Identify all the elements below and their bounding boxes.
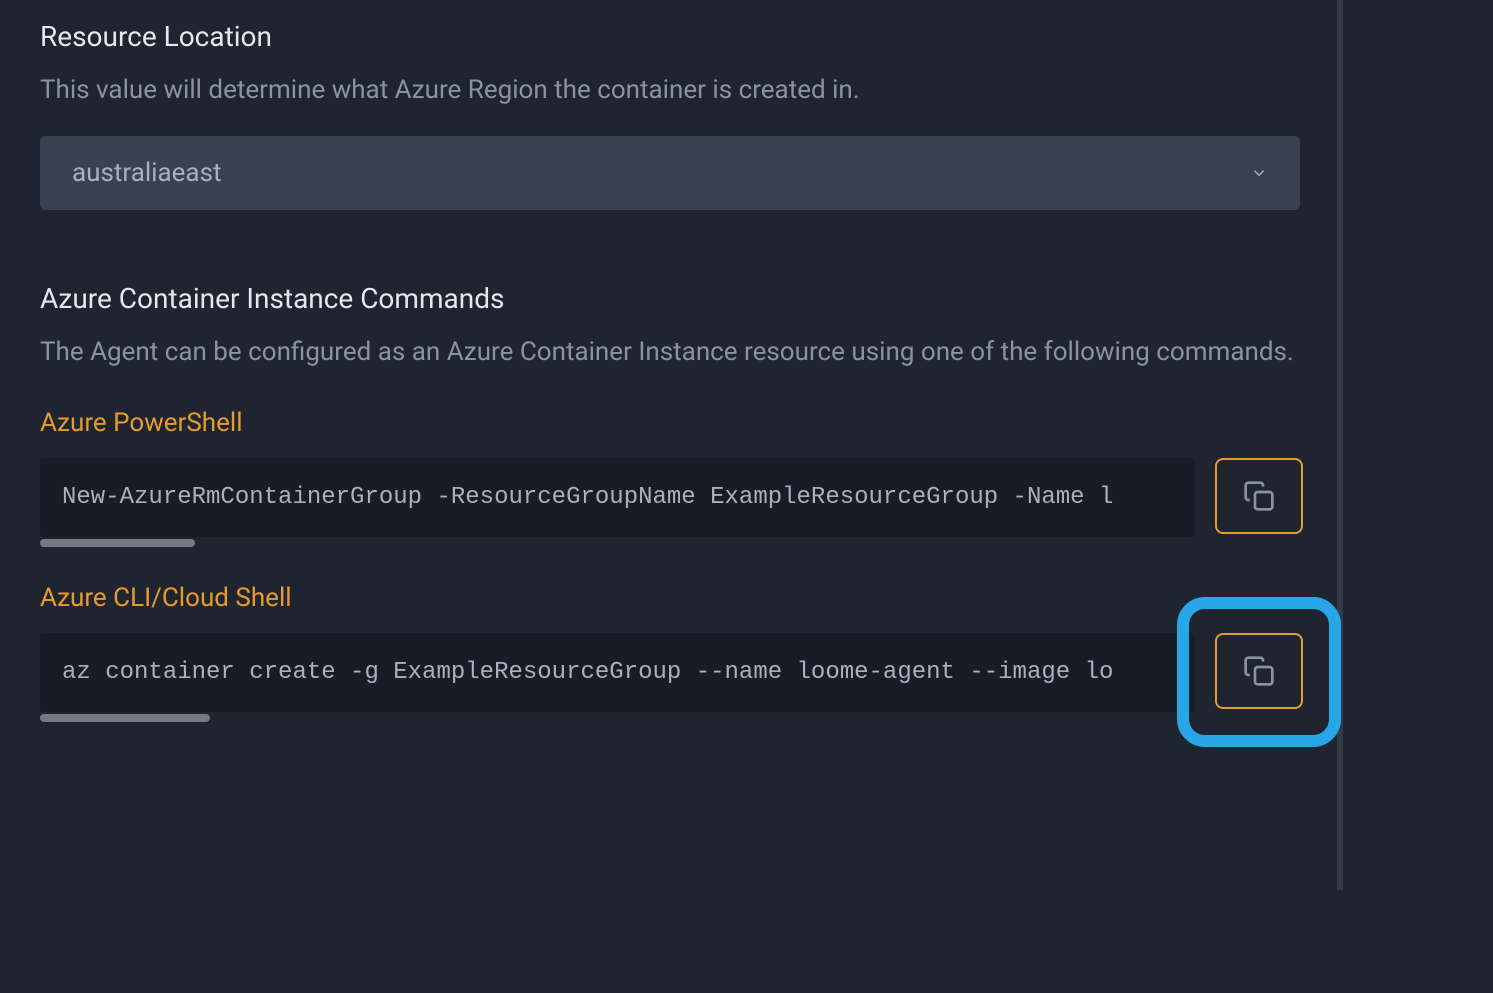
cli-heading: Azure CLI/Cloud Shell	[40, 583, 1453, 613]
powershell-scrollbar[interactable]	[40, 539, 195, 547]
cli-scrollbar[interactable]	[40, 714, 210, 722]
resource-location-dropdown[interactable]: australiaeast	[40, 136, 1300, 210]
copy-cli-button[interactable]	[1215, 633, 1303, 709]
copy-icon	[1243, 655, 1275, 687]
resource-location-description: This value will determine what Azure Reg…	[40, 71, 1453, 110]
commands-section-description: The Agent can be configured as an Azure …	[40, 333, 1453, 372]
cli-code-row: az container create -g ExampleResourceGr…	[40, 633, 1453, 722]
resource-location-title: Resource Location	[40, 20, 1453, 53]
powershell-code-wrapper: New-AzureRmContainerGroup -ResourceGroup…	[40, 458, 1195, 547]
powershell-code-block[interactable]: New-AzureRmContainerGroup -ResourceGroup…	[40, 458, 1195, 537]
commands-section-title: Azure Container Instance Commands	[40, 282, 1453, 315]
chevron-down-icon	[1250, 164, 1268, 182]
cli-code-wrapper: az container create -g ExampleResourceGr…	[40, 633, 1195, 722]
copy-powershell-button[interactable]	[1215, 458, 1303, 534]
cli-code-block[interactable]: az container create -g ExampleResourceGr…	[40, 633, 1195, 712]
dropdown-selected-value: australiaeast	[72, 158, 222, 188]
panel-divider	[1337, 0, 1343, 890]
copy-icon	[1243, 480, 1275, 512]
powershell-heading: Azure PowerShell	[40, 408, 1453, 438]
powershell-code-row: New-AzureRmContainerGroup -ResourceGroup…	[40, 458, 1453, 547]
